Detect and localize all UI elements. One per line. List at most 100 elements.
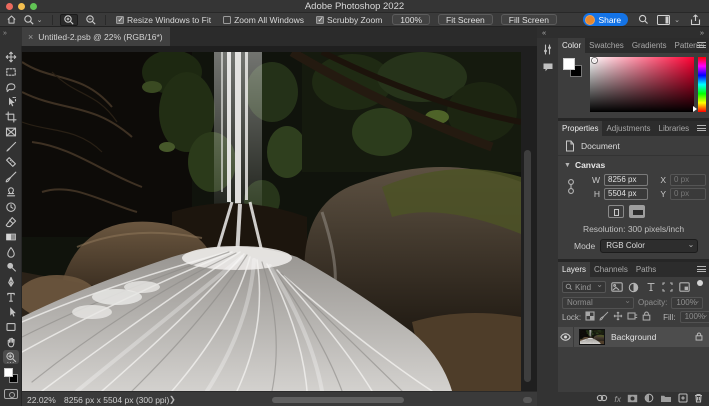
portrait-orientation-button[interactable] [608, 205, 624, 218]
tab-paths[interactable]: Paths [632, 262, 660, 277]
filter-pixel-layers-icon[interactable] [610, 281, 623, 294]
tab-libraries[interactable]: Libraries [655, 121, 694, 136]
zoom-all-windows-checkbox[interactable]: Zoom All Windows [223, 15, 304, 25]
export-share-icon[interactable] [685, 13, 705, 27]
new-layer-icon[interactable] [678, 393, 688, 405]
layer-effects-icon[interactable]: fx [614, 394, 621, 404]
link-dimensions-icon[interactable] [566, 176, 576, 200]
tool-pen[interactable] [3, 275, 19, 289]
add-layer-mask-icon[interactable] [627, 394, 638, 405]
hue-slider-arrow[interactable] [693, 106, 697, 112]
tool-clone-stamp[interactable] [3, 185, 19, 199]
home-icon[interactable] [0, 13, 22, 27]
tool-rectangle[interactable] [3, 320, 19, 334]
height-input[interactable]: 5504 px [604, 188, 648, 200]
hue-slider[interactable] [698, 57, 706, 112]
sliders-panel-icon[interactable] [540, 42, 555, 57]
layer-name[interactable]: Background [611, 332, 695, 342]
opacity-dropdown[interactable]: 100% [671, 297, 703, 309]
toolbar-expand-icon[interactable]: » [0, 27, 22, 46]
lock-artboard-icon[interactable] [627, 311, 638, 323]
layer-thumbnail[interactable] [579, 329, 605, 345]
lock-all-icon[interactable] [642, 311, 651, 323]
scrubby-zoom-checkbox[interactable]: Scrubby Zoom [316, 15, 382, 25]
zoom-in-button[interactable] [60, 14, 78, 26]
foreground-color-swatch[interactable] [4, 368, 13, 377]
lock-transparency-icon[interactable] [585, 311, 595, 323]
x-input[interactable]: 0 px [670, 174, 706, 186]
search-icon[interactable] [635, 13, 651, 27]
tool-path-selection[interactable] [3, 305, 19, 319]
link-layers-icon[interactable] [596, 394, 608, 404]
tool-gradient[interactable] [3, 230, 19, 244]
status-chevron-icon[interactable]: ❯ [169, 395, 176, 404]
quick-mask-icon[interactable] [4, 389, 18, 399]
color-picker-marker[interactable] [592, 58, 597, 63]
filter-smart-objects-icon[interactable] [678, 281, 691, 294]
tool-dodge[interactable] [3, 260, 19, 274]
blend-mode-dropdown[interactable]: Normal [562, 297, 634, 309]
foreground-background-swatches[interactable] [3, 367, 19, 384]
close-tab-icon[interactable]: × [28, 32, 33, 42]
zoom-out-button[interactable] [81, 13, 101, 27]
tool-type[interactable] [3, 290, 19, 304]
document-tab[interactable]: × Untitled-2.psb @ 22% (RGB/16*) [22, 27, 170, 46]
status-zoom-level[interactable]: 22.02% [27, 395, 56, 405]
lock-pixels-icon[interactable] [599, 311, 609, 323]
delete-layer-icon[interactable] [694, 393, 703, 405]
tool-eraser[interactable] [3, 215, 19, 229]
layer-filter-dropdown[interactable]: Kind [562, 281, 606, 293]
zoom-tool-icon[interactable]: ⌄ [22, 13, 48, 27]
filter-adjustment-layers-icon[interactable] [627, 281, 640, 294]
tool-history-brush[interactable] [3, 200, 19, 214]
y-input[interactable]: 0 px [670, 188, 706, 200]
color-mode-dropdown[interactable]: RGB Color [600, 239, 698, 253]
tab-adjustments[interactable]: Adjustments [602, 121, 654, 136]
vertical-scrollbar[interactable] [524, 150, 531, 382]
tool-lasso[interactable] [3, 80, 19, 94]
tab-color[interactable]: Color [558, 38, 585, 53]
tool-hand[interactable] [3, 335, 19, 349]
expand-panels-icon[interactable]: « [542, 28, 546, 37]
panel-menu-icon[interactable] [697, 266, 706, 274]
tool-move[interactable] [3, 50, 19, 64]
tool-object-selection[interactable] [3, 95, 19, 109]
fill-dropdown[interactable]: 100% [680, 311, 709, 323]
saturation-brightness-field[interactable] [590, 57, 694, 112]
layer-visibility-toggle[interactable] [558, 327, 574, 347]
new-group-icon[interactable] [660, 394, 672, 405]
collapse-panels-icon[interactable]: » [700, 28, 704, 37]
tool-blur[interactable] [3, 245, 19, 259]
layer-row-background[interactable]: Background [558, 327, 709, 347]
tab-swatches[interactable]: Swatches [585, 38, 628, 53]
section-chevron-icon[interactable]: ▼ [564, 162, 571, 169]
horizontal-scrollbar[interactable] [272, 397, 404, 403]
landscape-orientation-button[interactable] [629, 205, 645, 218]
adjustment-layer-icon[interactable] [644, 393, 654, 405]
panel-menu-icon[interactable] [697, 125, 706, 133]
tab-channels[interactable]: Channels [590, 262, 632, 277]
tab-gradients[interactable]: Gradients [628, 38, 671, 53]
chevron-down-icon[interactable]: ⌄ [674, 16, 680, 24]
filter-type-layers-icon[interactable] [644, 281, 657, 294]
share-button[interactable]: Share [583, 13, 628, 26]
canvas-area[interactable] [22, 46, 537, 391]
tool-spot-healing-brush[interactable] [3, 155, 19, 169]
tab-properties[interactable]: Properties [558, 121, 602, 136]
tool-crop[interactable] [3, 110, 19, 124]
panel-menu-icon[interactable] [697, 42, 706, 50]
tool-brush[interactable] [3, 170, 19, 184]
tool-frame[interactable] [3, 125, 19, 139]
foreground-color-swatch[interactable] [563, 58, 575, 70]
fit-screen-button[interactable]: Fit Screen [438, 14, 493, 25]
tool-rectangular-marquee[interactable] [3, 65, 19, 79]
width-input[interactable]: 8256 px [604, 174, 648, 186]
tool-eyedropper[interactable] [3, 140, 19, 154]
comments-panel-icon[interactable] [540, 60, 555, 75]
fill-screen-button[interactable]: Fill Screen [501, 14, 557, 25]
lock-position-icon[interactable] [613, 311, 623, 323]
resize-windows-checkbox[interactable]: Resize Windows to Fit [116, 15, 211, 25]
zoom-100-button[interactable]: 100% [392, 14, 430, 25]
filter-toggle-icon[interactable] [697, 280, 703, 286]
filter-shape-layers-icon[interactable] [661, 281, 674, 294]
